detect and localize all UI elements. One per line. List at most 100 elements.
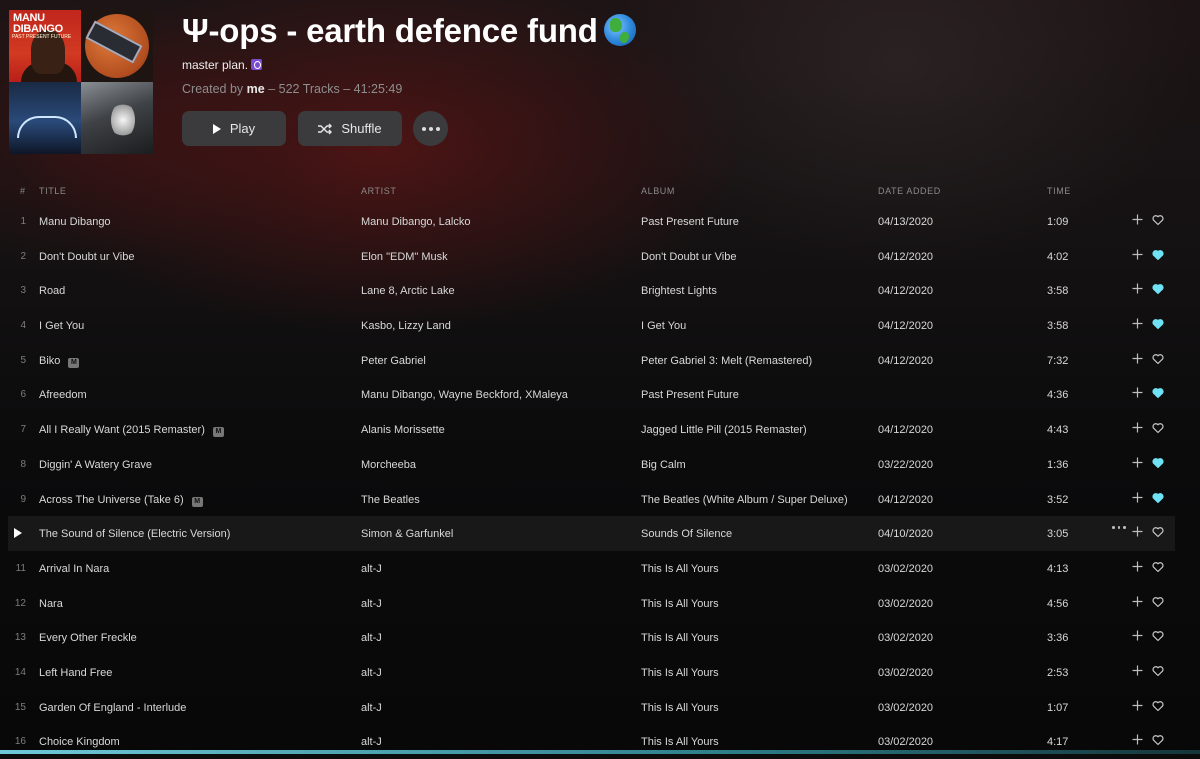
col-header-title[interactable]: TITLE — [39, 186, 67, 196]
track-title-cell[interactable]: Manu Dibango — [39, 216, 111, 228]
track-title-cell[interactable]: Across The Universe (Take 6) M — [39, 494, 203, 507]
track-album[interactable]: Past Present Future — [641, 389, 739, 401]
heart-filled-icon[interactable] — [1152, 387, 1164, 399]
track-row[interactable]: 9 Across The Universe (Take 6) M The Beatle… — [0, 482, 1200, 517]
track-artist[interactable]: The Beatles — [361, 494, 420, 506]
add-to-playlist-icon[interactable] — [1131, 595, 1144, 608]
track-row[interactable]: 2 Don't Doubt ur Vibe Elon "EDM" Musk Don't… — [0, 239, 1200, 274]
row-play-icon[interactable] — [14, 528, 26, 539]
track-artist[interactable]: Elon "EDM" Musk — [361, 251, 448, 263]
heart-outline-icon[interactable] — [1152, 214, 1164, 226]
heart-outline-icon[interactable] — [1152, 665, 1164, 677]
track-title-cell[interactable]: I Get You — [39, 320, 84, 332]
heart-filled-icon[interactable] — [1152, 492, 1164, 504]
heart-outline-icon[interactable] — [1152, 734, 1164, 746]
track-title-cell[interactable]: Choice Kingdom — [39, 736, 120, 748]
track-artist[interactable]: Manu Dibango, Wayne Beckford, XMaleya — [361, 389, 568, 401]
playback-progress-bar[interactable] — [0, 750, 1200, 754]
track-artist[interactable]: Alanis Morissette — [361, 424, 445, 436]
track-artist[interactable]: Manu Dibango, Lalcko — [361, 216, 470, 228]
track-album[interactable]: I Get You — [641, 320, 686, 332]
add-to-playlist-icon[interactable] — [1131, 282, 1144, 295]
track-row[interactable]: 5 Biko M Peter Gabriel Peter Gabriel 3: Melt… — [0, 343, 1200, 378]
track-title-cell[interactable]: Afreedom — [39, 389, 87, 401]
track-album[interactable]: Past Present Future — [641, 216, 739, 228]
track-album[interactable]: This Is All Yours — [641, 667, 719, 679]
track-artist[interactable]: alt-J — [361, 598, 382, 610]
track-artist[interactable]: alt-J — [361, 736, 382, 748]
track-album[interactable]: This Is All Yours — [641, 563, 719, 575]
track-title-cell[interactable]: Biko M — [39, 355, 80, 368]
track-artist[interactable]: alt-J — [361, 563, 382, 575]
col-header-artist[interactable]: ARTIST — [361, 186, 396, 196]
add-to-playlist-icon[interactable] — [1131, 525, 1144, 538]
track-row[interactable]: 14 Left Hand Free alt-J This Is All Yours 03… — [0, 655, 1200, 690]
heart-outline-icon[interactable] — [1152, 596, 1164, 608]
track-album[interactable]: Brightest Lights — [641, 285, 717, 297]
track-row[interactable]: 15 Garden Of England - Interlude alt-J This… — [0, 690, 1200, 725]
track-row[interactable]: 11 Arrival In Nara alt-J This Is All Yours 0… — [0, 551, 1200, 586]
add-to-playlist-icon[interactable] — [1131, 248, 1144, 261]
add-to-playlist-icon[interactable] — [1131, 421, 1144, 434]
heart-outline-icon[interactable] — [1152, 422, 1164, 434]
track-title-cell[interactable]: The Sound of Silence (Electric Version) — [39, 528, 230, 540]
add-to-playlist-icon[interactable] — [1131, 560, 1144, 573]
track-artist[interactable]: Kasbo, Lizzy Land — [361, 320, 451, 332]
heart-filled-icon[interactable] — [1152, 457, 1164, 469]
track-artist[interactable]: alt-J — [361, 667, 382, 679]
more-options-button[interactable] — [413, 111, 448, 146]
track-album[interactable]: Jagged Little Pill (2015 Remaster) — [641, 424, 807, 436]
track-artist[interactable]: Peter Gabriel — [361, 355, 426, 367]
track-title-cell[interactable]: Garden Of England - Interlude — [39, 702, 186, 714]
add-to-playlist-icon[interactable] — [1131, 664, 1144, 677]
heart-outline-icon[interactable] — [1152, 353, 1164, 365]
track-album[interactable]: This Is All Yours — [641, 702, 719, 714]
owner-link[interactable]: me — [247, 82, 265, 96]
track-title-cell[interactable]: Road — [39, 285, 65, 297]
track-album[interactable]: This Is All Yours — [641, 632, 719, 644]
track-artist[interactable]: alt-J — [361, 632, 382, 644]
track-row[interactable]: 6 Afreedom Manu Dibango, Wayne Beckford, X… — [0, 377, 1200, 412]
heart-filled-icon[interactable] — [1152, 249, 1164, 261]
track-row[interactable]: 1 Manu Dibango Manu Dibango, Lalcko Past Pr… — [0, 204, 1200, 239]
play-button[interactable]: Play — [182, 111, 286, 146]
heart-filled-icon[interactable] — [1152, 318, 1164, 330]
track-artist[interactable]: Lane 8, Arctic Lake — [361, 285, 455, 297]
add-to-playlist-icon[interactable] — [1131, 699, 1144, 712]
add-to-playlist-icon[interactable] — [1131, 629, 1144, 642]
track-row-selected[interactable]: The Sound of Silence (Electric Version) S… — [8, 516, 1175, 551]
track-title-cell[interactable]: Nara — [39, 598, 63, 610]
track-title-cell[interactable]: All I Really Want (2015 Remaster) M — [39, 424, 224, 438]
add-to-playlist-icon[interactable] — [1131, 456, 1144, 469]
track-artist[interactable]: alt-J — [361, 702, 382, 714]
track-row[interactable]: 13 Every Other Freckle alt-J This Is All Yo… — [0, 620, 1200, 655]
track-row[interactable]: 8 Diggin' A Watery Grave Morcheeba Big Calm… — [0, 447, 1200, 482]
track-artist[interactable]: Simon & Garfunkel — [361, 528, 453, 540]
col-header-album[interactable]: ALBUM — [641, 186, 675, 196]
track-album[interactable]: Peter Gabriel 3: Melt (Remastered) — [641, 355, 812, 367]
track-row[interactable]: 4 I Get You Kasbo, Lizzy Land I Get You 04/1… — [0, 308, 1200, 343]
add-to-playlist-icon[interactable] — [1131, 352, 1144, 365]
track-row[interactable]: 7 All I Really Want (2015 Remaster) M Alani… — [0, 412, 1200, 447]
track-title-cell[interactable]: Every Other Freckle — [39, 632, 137, 644]
track-album[interactable]: This Is All Yours — [641, 598, 719, 610]
track-album[interactable]: Don't Doubt ur Vibe — [641, 251, 736, 263]
track-title-cell[interactable]: Diggin' A Watery Grave — [39, 459, 152, 471]
track-title-cell[interactable]: Don't Doubt ur Vibe — [39, 251, 134, 263]
track-album[interactable]: Big Calm — [641, 459, 686, 471]
heart-outline-icon[interactable] — [1152, 526, 1164, 538]
track-title-cell[interactable]: Left Hand Free — [39, 667, 112, 679]
heart-filled-icon[interactable] — [1152, 283, 1164, 295]
playlist-cover[interactable]: MANU DIBANGO PAST PRESENT FUTURE — [9, 10, 153, 154]
shuffle-button[interactable]: Shuffle — [298, 111, 402, 146]
track-album[interactable]: Sounds Of Silence — [641, 528, 732, 540]
heart-outline-icon[interactable] — [1152, 630, 1164, 642]
add-to-playlist-icon[interactable] — [1131, 213, 1144, 226]
track-album[interactable]: This Is All Yours — [641, 736, 719, 748]
track-artist[interactable]: Morcheeba — [361, 459, 416, 471]
heart-outline-icon[interactable] — [1152, 561, 1164, 573]
add-to-playlist-icon[interactable] — [1131, 386, 1144, 399]
track-title-cell[interactable]: Arrival In Nara — [39, 563, 109, 575]
heart-outline-icon[interactable] — [1152, 700, 1164, 712]
add-to-playlist-icon[interactable] — [1131, 317, 1144, 330]
